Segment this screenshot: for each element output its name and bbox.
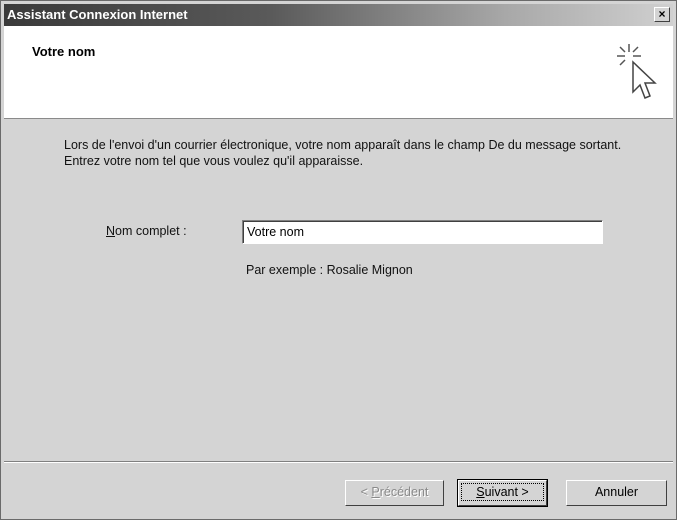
window-title: Assistant Connexion Internet — [7, 7, 188, 22]
full-name-label-rest: om complet : — [115, 224, 187, 238]
close-icon: × — [658, 7, 666, 21]
previous-button-arrow: < — [360, 485, 372, 499]
previous-button-mnemonic: P — [371, 485, 380, 499]
wizard-header: Votre nom — [4, 26, 673, 119]
full-name-label: Nom complet : — [106, 224, 187, 238]
example-text: Par exemple : Rosalie Mignon — [246, 263, 413, 277]
previous-button-label: récédent — [379, 485, 429, 499]
close-button[interactable]: × — [654, 7, 670, 22]
next-button-focus: Suivant > — [461, 483, 544, 501]
next-button[interactable]: Suivant > — [457, 479, 548, 507]
next-button-mnemonic: S — [476, 485, 485, 499]
intro-text: Lors de l'envoi d'un courrier électroniq… — [64, 138, 622, 168]
title-bar[interactable]: Assistant Connexion Internet × — [4, 4, 673, 26]
next-button-label: uivant > — [484, 485, 529, 499]
page-title: Votre nom — [32, 44, 96, 59]
previous-button[interactable]: < Précédent — [345, 480, 444, 506]
wizard-window: Assistant Connexion Internet × Votre nom… — [0, 0, 677, 520]
full-name-input[interactable] — [242, 220, 603, 244]
wizard-cursor-icon — [617, 44, 657, 99]
footer-separator — [4, 461, 673, 463]
cancel-button[interactable]: Annuler — [566, 480, 667, 506]
full-name-label-mnemonic: N — [106, 224, 116, 238]
